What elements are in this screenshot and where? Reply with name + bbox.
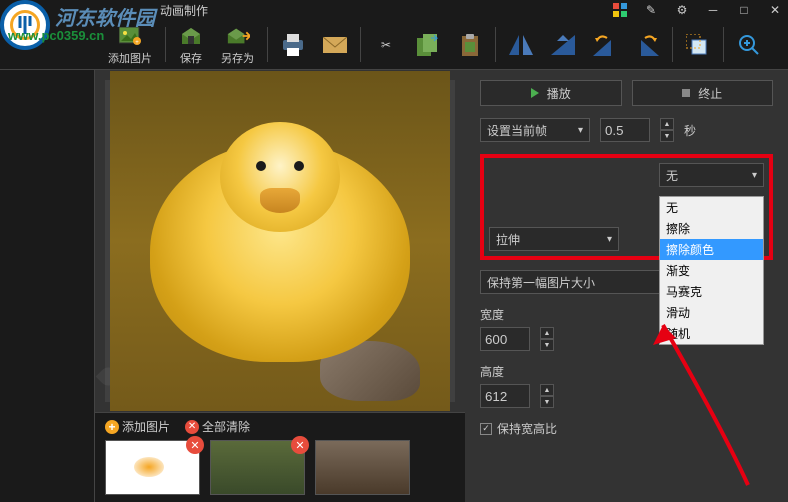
logo-text: 河东软件园	[55, 2, 155, 31]
duration-input[interactable]	[600, 118, 650, 142]
width-input[interactable]	[480, 327, 530, 351]
plus-icon: +	[105, 420, 119, 434]
transition-dropdown-menu[interactable]: 无 擦除 擦除颜色 渐变 马赛克 滑动 随机	[659, 196, 764, 345]
cut-button[interactable]: ✂	[366, 31, 406, 59]
palette-icon[interactable]	[612, 2, 628, 18]
thumbs-add-label: 添加图片	[122, 418, 170, 435]
height-label: 高度	[480, 363, 773, 380]
stop-icon	[682, 89, 690, 97]
copy-icon	[416, 33, 440, 57]
transition-option[interactable]: 马赛克	[660, 281, 763, 302]
x-icon: ✕	[185, 420, 199, 434]
logo-url: www.pc0359.cn	[8, 28, 104, 43]
spinner-down[interactable]: ▼	[660, 130, 674, 142]
save-as-label: 另存为	[221, 50, 254, 66]
thumbnail-1[interactable]: ✕	[105, 440, 200, 495]
height-input[interactable]	[480, 384, 530, 408]
thumbnail-3[interactable]	[315, 440, 410, 495]
scissors-icon: ✂	[374, 33, 398, 57]
resize-icon	[686, 33, 710, 57]
zoom-in-icon	[737, 33, 761, 57]
set-frame-dropdown[interactable]: 设置当前帧	[480, 118, 590, 142]
transition-option[interactable]: 随机	[660, 323, 763, 344]
flip-horizontal-icon	[509, 33, 533, 57]
duration-unit: 秒	[684, 122, 696, 139]
transition-option[interactable]: 擦除	[660, 218, 763, 239]
save-as-icon	[226, 24, 250, 48]
play-button[interactable]: 播放	[480, 80, 622, 106]
flip-h-button[interactable]	[501, 31, 541, 59]
canvas-area[interactable]	[95, 70, 465, 412]
gear-icon[interactable]: ⚙	[674, 2, 690, 18]
transition-option[interactable]: 无	[660, 197, 763, 218]
flip-v-button[interactable]	[543, 31, 583, 59]
stop-button[interactable]: 终止	[632, 80, 774, 106]
save-label: 保存	[180, 50, 202, 66]
rotate-left-icon	[593, 33, 617, 57]
email-button[interactable]	[315, 31, 355, 59]
spinner-up[interactable]: ▲	[540, 384, 554, 396]
keep-ratio-label: 保持宽高比	[497, 420, 557, 437]
edit-icon[interactable]: ✎	[643, 2, 659, 18]
spinner-down[interactable]: ▼	[540, 396, 554, 408]
properties-panel: 播放 终止 设置当前帧 ▲▼ 秒 无 无 擦除 擦除颜色 渐变 马赛克 滑动 随…	[465, 70, 788, 502]
play-label: 播放	[547, 85, 571, 102]
transition-option[interactable]: 滑动	[660, 302, 763, 323]
transition-option-selected[interactable]: 擦除颜色	[660, 239, 763, 260]
stretch-dropdown[interactable]: 拉伸	[489, 227, 619, 251]
thumb-delete-icon[interactable]: ✕	[186, 436, 204, 454]
printer-icon	[281, 33, 305, 57]
print-button[interactable]	[273, 31, 313, 59]
svg-text:+: +	[135, 40, 139, 45]
rotate-right-button[interactable]	[627, 31, 667, 59]
maximize-icon[interactable]: □	[736, 2, 752, 18]
watermark-logo: 河东软件园 www.pc0359.cn	[0, 0, 50, 50]
resize-button[interactable]	[678, 31, 718, 59]
save-button[interactable]: 保存	[171, 22, 211, 68]
add-image-label: 添加图片	[108, 50, 152, 66]
paste-button[interactable]	[450, 31, 490, 59]
envelope-icon	[323, 33, 347, 57]
thumbnails-bar: + 添加图片 ✕ 全部清除 ✕ ✕	[95, 412, 465, 502]
spinner-up[interactable]: ▲	[540, 327, 554, 339]
close-icon[interactable]: ✕	[767, 2, 783, 18]
paste-icon	[458, 33, 482, 57]
stop-label: 终止	[698, 85, 722, 102]
play-icon	[531, 88, 539, 98]
window-title: 动画制作	[160, 2, 208, 19]
annotation-highlight-box: 无 无 擦除 擦除颜色 渐变 马赛克 滑动 随机 拉伸	[480, 154, 773, 260]
thumbs-clear-button[interactable]: ✕ 全部清除	[185, 418, 250, 435]
save-icon	[179, 24, 203, 48]
save-as-button[interactable]: 另存为	[213, 22, 262, 68]
thumbs-add-button[interactable]: + 添加图片	[105, 418, 170, 435]
spinner-up[interactable]: ▲	[660, 118, 674, 130]
flip-vertical-icon	[551, 33, 575, 57]
transition-dropdown[interactable]: 无	[659, 163, 764, 187]
minimize-icon[interactable]: ─	[705, 2, 721, 18]
thumbs-clear-label: 全部清除	[202, 418, 250, 435]
zoom-button[interactable]	[729, 31, 769, 59]
thumb-delete-icon[interactable]: ✕	[291, 436, 309, 454]
copy-button[interactable]	[408, 31, 448, 59]
spinner-down[interactable]: ▼	[540, 339, 554, 351]
keep-ratio-checkbox[interactable]: ✓	[480, 423, 492, 435]
rotate-left-button[interactable]	[585, 31, 625, 59]
rotate-right-icon	[635, 33, 659, 57]
thumbnail-2[interactable]: ✕	[210, 440, 305, 495]
left-sidebar	[0, 70, 95, 502]
preview-image	[110, 71, 450, 411]
transition-option[interactable]: 渐变	[660, 260, 763, 281]
